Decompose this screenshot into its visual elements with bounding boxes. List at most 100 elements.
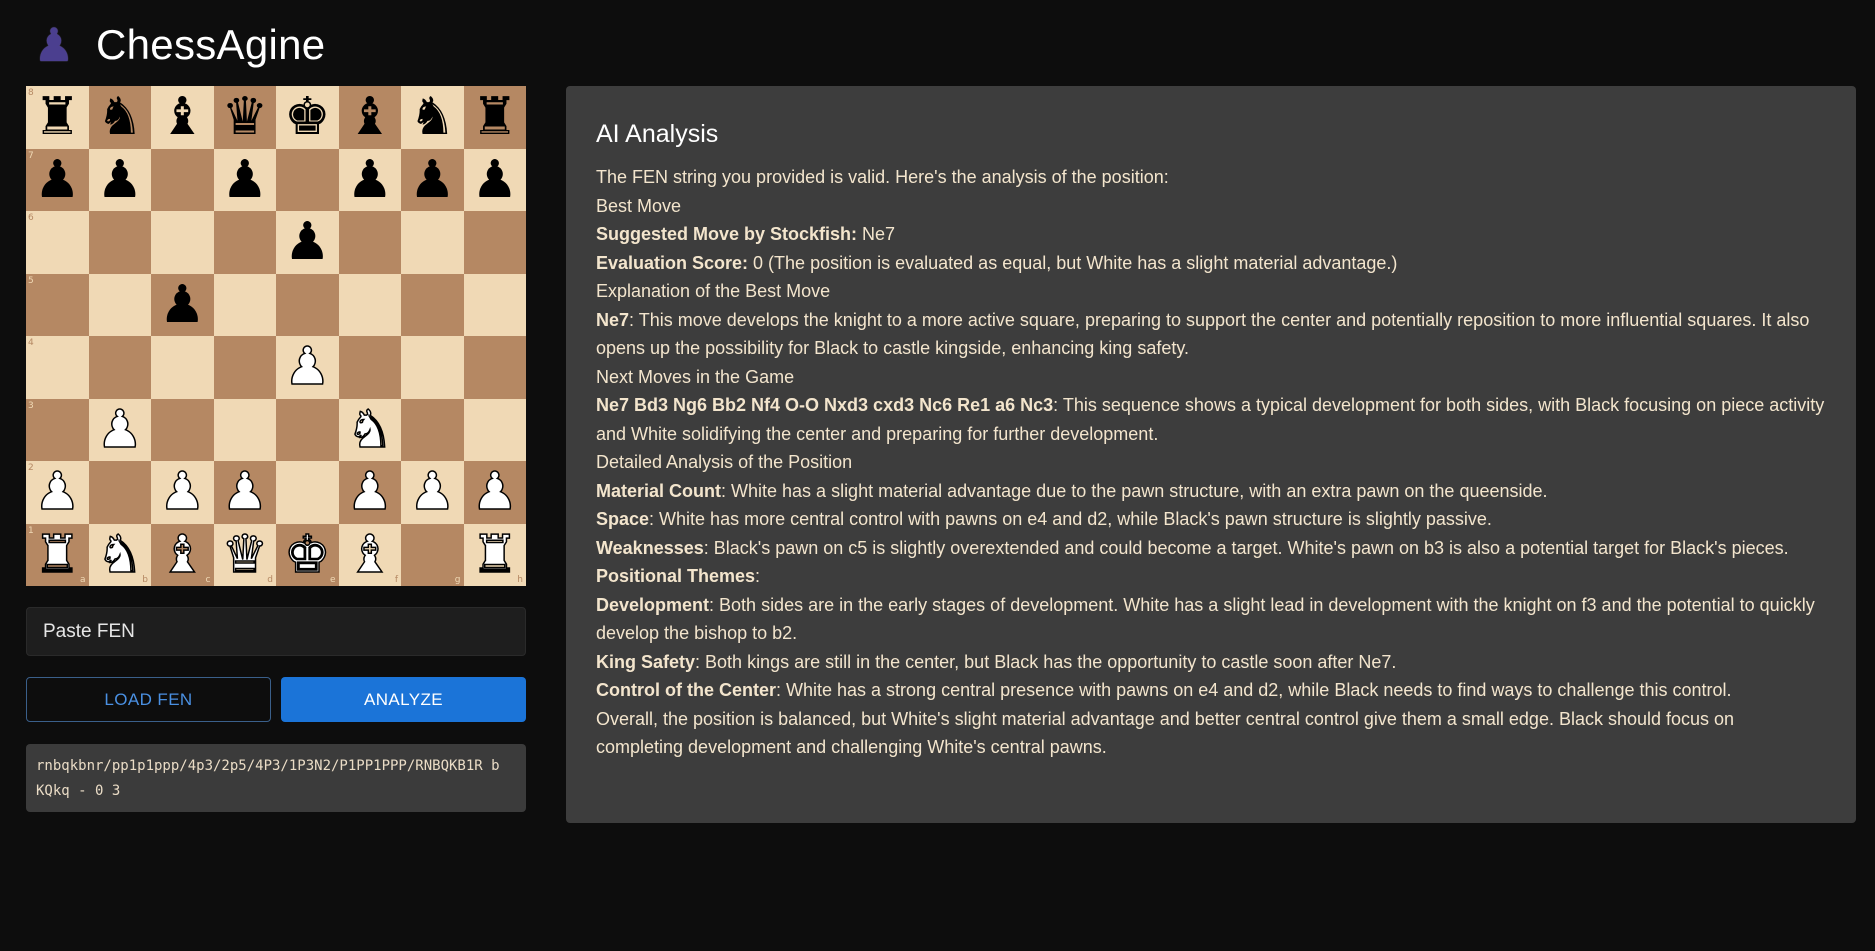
- square-c5[interactable]: ♟: [151, 273, 214, 336]
- square-g1[interactable]: g: [401, 523, 464, 586]
- square-b4[interactable]: [88, 336, 151, 399]
- square-h8[interactable]: ♜: [463, 86, 526, 149]
- white-rook-icon[interactable]: ♜: [471, 528, 519, 582]
- square-b8[interactable]: ♞: [88, 86, 151, 149]
- square-b6[interactable]: [88, 211, 151, 274]
- square-c3[interactable]: [151, 398, 214, 461]
- fen-input[interactable]: [26, 607, 526, 656]
- square-f5[interactable]: [338, 273, 401, 336]
- white-knight-icon[interactable]: ♞: [96, 528, 144, 582]
- square-b3[interactable]: ♟: [88, 398, 151, 461]
- square-e8[interactable]: ♚: [276, 86, 339, 149]
- black-pawn-icon[interactable]: ♟: [159, 279, 206, 331]
- square-f7[interactable]: ♟: [338, 148, 401, 211]
- square-a3[interactable]: 3: [26, 398, 89, 461]
- black-knight-icon[interactable]: ♞: [409, 91, 456, 143]
- black-rook-icon[interactable]: ♜: [34, 91, 81, 143]
- square-d8[interactable]: ♛: [213, 86, 276, 149]
- square-g4[interactable]: [401, 336, 464, 399]
- square-d2[interactable]: ♟: [213, 461, 276, 524]
- square-a8[interactable]: 8 ♜: [26, 86, 89, 149]
- black-pawn-icon[interactable]: ♟: [409, 154, 456, 206]
- square-h6[interactable]: [463, 211, 526, 274]
- white-pawn-icon[interactable]: ♟: [408, 466, 456, 520]
- square-c4[interactable]: [151, 336, 214, 399]
- square-a4[interactable]: 4: [26, 336, 89, 399]
- square-f8[interactable]: ♝: [338, 86, 401, 149]
- square-h1[interactable]: h ♜: [463, 523, 526, 586]
- square-b5[interactable]: [88, 273, 151, 336]
- square-a5[interactable]: 5: [26, 273, 89, 336]
- square-h7[interactable]: ♟: [463, 148, 526, 211]
- square-g3[interactable]: [401, 398, 464, 461]
- square-g7[interactable]: ♟: [401, 148, 464, 211]
- black-pawn-icon[interactable]: ♟: [284, 216, 331, 268]
- black-pawn-icon[interactable]: ♟: [471, 154, 518, 206]
- white-bishop-icon[interactable]: ♝: [158, 528, 206, 582]
- square-c2[interactable]: ♟: [151, 461, 214, 524]
- black-pawn-icon[interactable]: ♟: [221, 154, 268, 206]
- black-bishop-icon[interactable]: ♝: [346, 91, 393, 143]
- square-d7[interactable]: ♟: [213, 148, 276, 211]
- square-a2[interactable]: 2 ♟: [26, 461, 89, 524]
- square-f3[interactable]: ♞: [338, 398, 401, 461]
- load-fen-button[interactable]: LOAD FEN: [26, 677, 271, 722]
- chess-board[interactable]: 8 ♜ ♞ ♝ ♛ ♚ ♝ ♞ ♜ 7 ♟ ♟ ♟ ♟ ♟ ♟ 6 ♟ 5 ♟ 4 ♟ 3 ♟ ♞ 2 ♟ ♟ ♟ ♟ ♟ ♟ 1 a ♜ b ♞ c ♝ d…: [26, 86, 526, 586]
- white-bishop-icon[interactable]: ♝: [346, 528, 394, 582]
- square-f2[interactable]: ♟: [338, 461, 401, 524]
- white-pawn-icon[interactable]: ♟: [96, 403, 144, 457]
- square-b2[interactable]: [88, 461, 151, 524]
- square-d6[interactable]: [213, 211, 276, 274]
- square-f6[interactable]: [338, 211, 401, 274]
- square-b1[interactable]: b ♞: [88, 523, 151, 586]
- white-king-icon[interactable]: ♚: [283, 528, 331, 582]
- square-e6[interactable]: ♟: [276, 211, 339, 274]
- square-g8[interactable]: ♞: [401, 86, 464, 149]
- square-h5[interactable]: [463, 273, 526, 336]
- square-c6[interactable]: [151, 211, 214, 274]
- white-pawn-icon[interactable]: ♟: [346, 466, 394, 520]
- white-pawn-icon[interactable]: ♟: [158, 466, 206, 520]
- square-a1[interactable]: 1 a ♜: [26, 523, 89, 586]
- square-c1[interactable]: c ♝: [151, 523, 214, 586]
- white-knight-icon[interactable]: ♞: [346, 403, 394, 457]
- black-queen-icon[interactable]: ♛: [221, 91, 268, 143]
- square-h4[interactable]: [463, 336, 526, 399]
- black-rook-icon[interactable]: ♜: [471, 91, 518, 143]
- square-d5[interactable]: [213, 273, 276, 336]
- square-d4[interactable]: [213, 336, 276, 399]
- square-g5[interactable]: [401, 273, 464, 336]
- white-pawn-icon[interactable]: ♟: [471, 466, 519, 520]
- square-b7[interactable]: ♟: [88, 148, 151, 211]
- square-h3[interactable]: [463, 398, 526, 461]
- square-e4[interactable]: ♟: [276, 336, 339, 399]
- square-a7[interactable]: 7 ♟: [26, 148, 89, 211]
- black-pawn-icon[interactable]: ♟: [34, 154, 81, 206]
- white-pawn-icon[interactable]: ♟: [33, 466, 81, 520]
- square-f4[interactable]: [338, 336, 401, 399]
- square-e7[interactable]: [276, 148, 339, 211]
- square-g2[interactable]: ♟: [401, 461, 464, 524]
- white-queen-icon[interactable]: ♛: [221, 528, 269, 582]
- square-c8[interactable]: ♝: [151, 86, 214, 149]
- square-e3[interactable]: [276, 398, 339, 461]
- analyze-button[interactable]: ANALYZE: [281, 677, 526, 722]
- white-pawn-icon[interactable]: ♟: [283, 341, 331, 395]
- square-e1[interactable]: e ♚: [276, 523, 339, 586]
- white-rook-icon[interactable]: ♜: [33, 528, 81, 582]
- square-e5[interactable]: [276, 273, 339, 336]
- black-king-icon[interactable]: ♚: [284, 91, 331, 143]
- black-pawn-icon[interactable]: ♟: [346, 154, 393, 206]
- black-bishop-icon[interactable]: ♝: [159, 91, 206, 143]
- square-f1[interactable]: f ♝: [338, 523, 401, 586]
- square-d1[interactable]: d ♛: [213, 523, 276, 586]
- square-h2[interactable]: ♟: [463, 461, 526, 524]
- square-g6[interactable]: [401, 211, 464, 274]
- square-e2[interactable]: [276, 461, 339, 524]
- square-c7[interactable]: [151, 148, 214, 211]
- square-d3[interactable]: [213, 398, 276, 461]
- square-a6[interactable]: 6: [26, 211, 89, 274]
- white-pawn-icon[interactable]: ♟: [221, 466, 269, 520]
- black-knight-icon[interactable]: ♞: [96, 91, 143, 143]
- black-pawn-icon[interactable]: ♟: [96, 154, 143, 206]
